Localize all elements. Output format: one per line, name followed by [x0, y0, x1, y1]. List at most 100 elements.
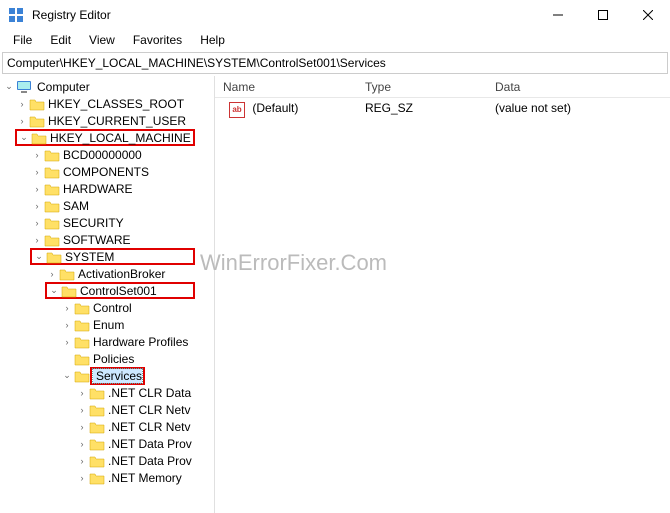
string-value-icon: ab [229, 102, 245, 118]
tree-hardware[interactable]: › HARDWARE [30, 180, 214, 197]
chevron-right-icon[interactable]: › [30, 216, 44, 230]
tree-label: Hardware Profiles [90, 335, 188, 349]
tree-label: Services [93, 369, 142, 383]
chevron-right-icon[interactable]: › [75, 386, 89, 400]
menu-edit[interactable]: Edit [43, 31, 78, 49]
tree-netdataprov[interactable]: › .NET Data Prov [75, 435, 214, 452]
tree-netdataprov[interactable]: ›.NET Data Prov [75, 452, 214, 469]
folder-icon [74, 335, 90, 349]
tree-bcd[interactable]: › BCD00000000 [30, 146, 214, 163]
chevron-right-icon[interactable]: › [30, 182, 44, 196]
folder-icon [44, 182, 60, 196]
chevron-right-icon[interactable]: › [75, 437, 89, 451]
column-headers: Name Type Data [215, 80, 670, 98]
chevron-right-icon[interactable]: › [45, 267, 59, 281]
tree-enum[interactable]: ›Enum [60, 316, 214, 333]
tree-netclrnetv[interactable]: › .NET CLR Netv [75, 418, 214, 435]
chevron-right-icon[interactable]: › [30, 165, 44, 179]
tree-label: .NET Data Prov [105, 437, 192, 451]
folder-icon [44, 216, 60, 230]
tree-netmemory[interactable]: › .NET Memory [75, 469, 214, 486]
chevron-right-icon[interactable]: › [75, 403, 89, 417]
tree-policies[interactable]: Policies [60, 350, 214, 367]
tree-control[interactable]: › Control [60, 299, 214, 316]
chevron-right-icon[interactable]: › [30, 233, 44, 247]
chevron-right-icon[interactable]: › [75, 471, 89, 485]
value-type: REG_SZ [365, 101, 495, 118]
tree-hklm[interactable]: ⌄ HKEY_LOCAL_MACHINE [15, 129, 195, 146]
tree-hkcu[interactable]: › HKEY_CURRENT_USER [15, 112, 214, 129]
tree-components[interactable]: › COMPONENTS [30, 163, 214, 180]
minimize-button[interactable] [535, 0, 580, 30]
tree-netclrdata[interactable]: › .NET CLR Data [75, 384, 214, 401]
tree-label: Policies [90, 352, 134, 366]
column-name[interactable]: Name [215, 80, 365, 94]
chevron-right-icon[interactable]: › [60, 301, 74, 315]
menu-file[interactable]: File [6, 31, 39, 49]
column-data[interactable]: Data [495, 80, 670, 94]
chevron-down-icon[interactable]: ⌄ [32, 250, 46, 264]
chevron-down-icon[interactable]: ⌄ [17, 131, 31, 145]
menu-bar: File Edit View Favorites Help [0, 30, 670, 50]
tree-label: .NET CLR Netv [105, 420, 190, 434]
tree-hkcr[interactable]: › HKEY_CLASSES_ROOT [15, 95, 214, 112]
tree-label: .NET Memory [105, 471, 182, 485]
folder-icon [31, 131, 47, 145]
chevron-right-icon[interactable]: › [15, 97, 29, 111]
chevron-right-icon[interactable]: › [60, 335, 74, 349]
chevron-down-icon[interactable]: ⌄ [47, 284, 61, 298]
tree-label: .NET CLR Netv [105, 403, 190, 417]
address-text: Computer\HKEY_LOCAL_MACHINE\SYSTEM\Contr… [7, 56, 386, 70]
tree-activationbroker[interactable]: ›ActivationBroker [45, 265, 214, 282]
folder-icon [89, 403, 105, 417]
tree-computer[interactable]: ⌄ Computer [0, 78, 214, 95]
close-button[interactable] [625, 0, 670, 30]
tree-label: SYSTEM [62, 250, 114, 264]
folder-icon [44, 233, 60, 247]
chevron-down-icon[interactable]: ⌄ [60, 369, 74, 383]
folder-icon [74, 301, 90, 315]
maximize-button[interactable] [580, 0, 625, 30]
chevron-right-icon[interactable]: › [60, 318, 74, 332]
folder-icon [89, 437, 105, 451]
chevron-down-icon[interactable]: ⌄ [2, 80, 16, 94]
tree-system[interactable]: ⌄ SYSTEM [30, 248, 195, 265]
chevron-right-icon[interactable]: › [15, 114, 29, 128]
tree-label: .NET CLR Data [105, 386, 191, 400]
tree-sam[interactable]: ›SAM [30, 197, 214, 214]
window-controls [535, 0, 670, 30]
tree-services[interactable]: ⌄ Services [60, 367, 214, 384]
tree-label: Control [90, 301, 132, 315]
menu-favorites[interactable]: Favorites [126, 31, 189, 49]
value-row[interactable]: ab (Default) REG_SZ (value not set) [215, 98, 670, 121]
tree-label: HARDWARE [60, 182, 133, 196]
folder-icon [29, 97, 45, 111]
tree-label: SOFTWARE [60, 233, 131, 247]
folder-icon [44, 199, 60, 213]
folder-icon [44, 165, 60, 179]
tree-label: ControlSet001 [77, 284, 157, 298]
folder-icon [61, 284, 77, 298]
tree-label: COMPONENTS [60, 165, 149, 179]
tree-hwprofiles[interactable]: › Hardware Profiles [60, 333, 214, 350]
chevron-right-icon[interactable]: › [75, 454, 89, 468]
tree-label: BCD00000000 [60, 148, 142, 162]
folder-icon [89, 386, 105, 400]
folder-icon [74, 318, 90, 332]
tree-security[interactable]: › SECURITY [30, 214, 214, 231]
folder-icon [29, 114, 45, 128]
chevron-right-icon[interactable]: › [30, 148, 44, 162]
address-bar[interactable]: Computer\HKEY_LOCAL_MACHINE\SYSTEM\Contr… [2, 52, 668, 74]
tree-label: SECURITY [60, 216, 124, 230]
tree-software[interactable]: › SOFTWARE [30, 231, 214, 248]
column-type[interactable]: Type [365, 80, 495, 94]
tree-netclrnetv[interactable]: › .NET CLR Netv [75, 401, 214, 418]
tree-controlset001[interactable]: ⌄ ControlSet001 [45, 282, 195, 299]
computer-icon [16, 80, 32, 94]
tree-label: HKEY_CURRENT_USER [45, 114, 186, 128]
chevron-right-icon[interactable]: › [75, 420, 89, 434]
menu-help[interactable]: Help [193, 31, 232, 49]
chevron-right-icon[interactable]: › [30, 199, 44, 213]
menu-view[interactable]: View [82, 31, 122, 49]
tree-panel[interactable]: ⌄ Computer › HKEY_CLASSES_ROOT [0, 76, 215, 513]
